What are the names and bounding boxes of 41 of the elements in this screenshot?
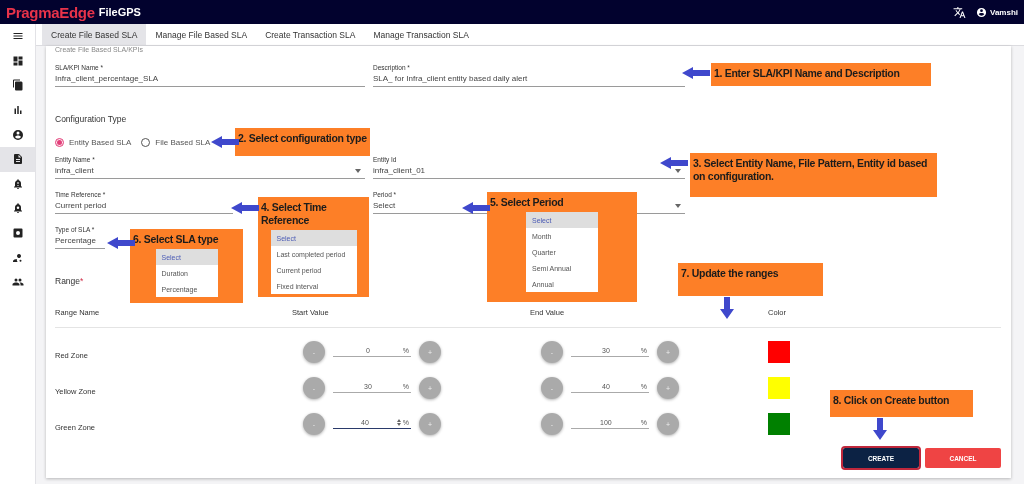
section-label: Configuration Type [55,114,128,124]
product-name: FileGPS [98,6,141,18]
tab[interactable]: Create File Based SLA [42,24,147,45]
files-icon [11,79,24,92]
tab[interactable]: Manage Transaction SLA [364,24,478,45]
document-icon [11,153,24,166]
radio-option[interactable]: Entity Based SLA [55,138,132,147]
bell-icon [11,202,24,215]
bell-icon [11,177,24,190]
annotation-text: 8. Click on Create button [833,394,951,407]
pointer-arrow [682,67,710,79]
annotation-text: 3. Select Entity Name, File Pattern, Entity id based on configuration. [693,157,929,183]
settings-icon [11,227,24,240]
section-label: Range* [55,276,84,286]
user-settings-icon [11,251,24,264]
pointer-arrow [231,202,259,214]
tab[interactable]: Manage File Based SLA [146,24,257,45]
translate-icon[interactable] [953,5,966,19]
annotation-text: 5. Select Period [490,196,565,209]
annotation-text: 7. Update the ranges [681,267,780,280]
annotation-text: 4. Select Time Reference [261,201,328,227]
account-icon[interactable] [976,6,987,18]
pointer-arrow [720,297,734,319]
radio-option[interactable]: File Based SLA [141,138,211,147]
annotation-text: 1. Enter SLA/KPI Name and Description [714,67,901,80]
people-icon [11,276,24,289]
pointer-arrow [660,157,688,169]
dashboard-icon [11,54,24,67]
pointer-arrow [107,237,135,249]
pointer-arrow [873,418,887,440]
caret-icon [675,203,681,208]
pointer-arrow [462,202,490,214]
account-icon [11,128,24,141]
sidebar-item[interactable] [0,146,35,172]
tab[interactable]: Create Transaction SLA [256,24,365,45]
spinner-icon[interactable] [396,419,401,426]
pointer-arrow [211,136,239,148]
brand-logo: PragmaEdge [6,3,95,21]
user-name[interactable]: Vamshi [990,7,1018,17]
caret-icon [355,168,361,173]
annotation-text: 2. Select configuration type [238,132,367,145]
